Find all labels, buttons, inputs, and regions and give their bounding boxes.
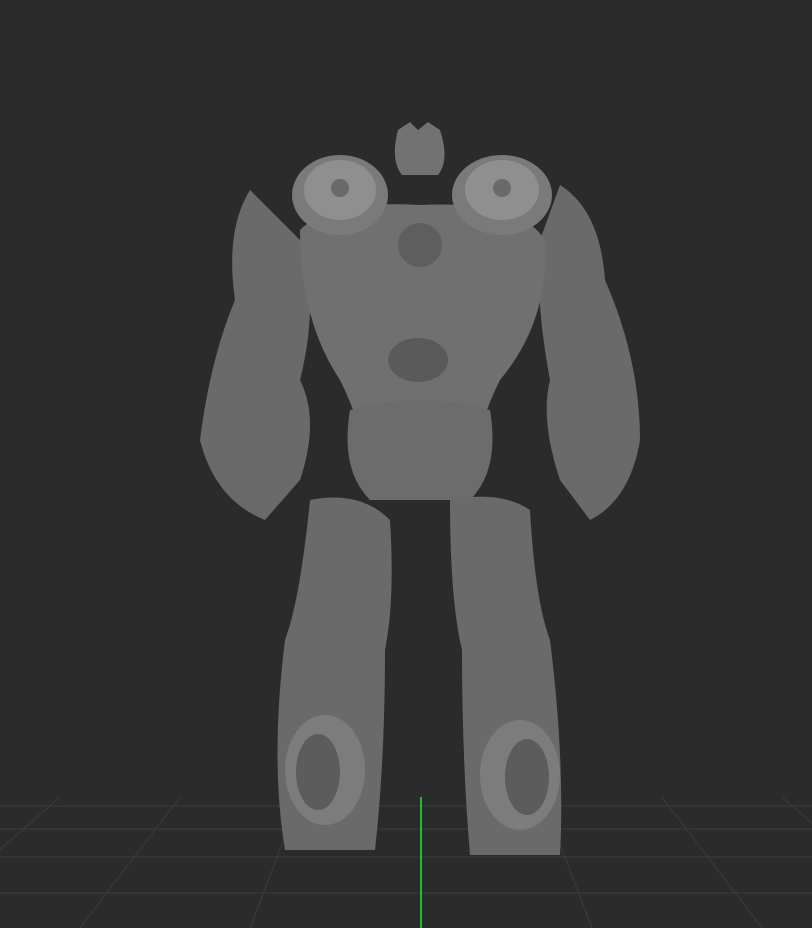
hips — [347, 400, 493, 500]
right-shoulder-disc — [452, 155, 552, 235]
left-wheel-hub — [296, 734, 340, 810]
head — [394, 122, 445, 175]
3d-viewport[interactable] — [0, 0, 812, 928]
robot-model[interactable] — [200, 122, 640, 855]
floor-grid — [0, 796, 812, 928]
chest-core — [398, 223, 442, 267]
right-arm — [538, 185, 640, 520]
left-arm — [200, 190, 310, 520]
belly-core — [388, 338, 448, 382]
viewport-canvas — [0, 122, 812, 928]
right-wheel-hub — [505, 739, 549, 815]
left-shoulder-disc — [292, 155, 388, 235]
